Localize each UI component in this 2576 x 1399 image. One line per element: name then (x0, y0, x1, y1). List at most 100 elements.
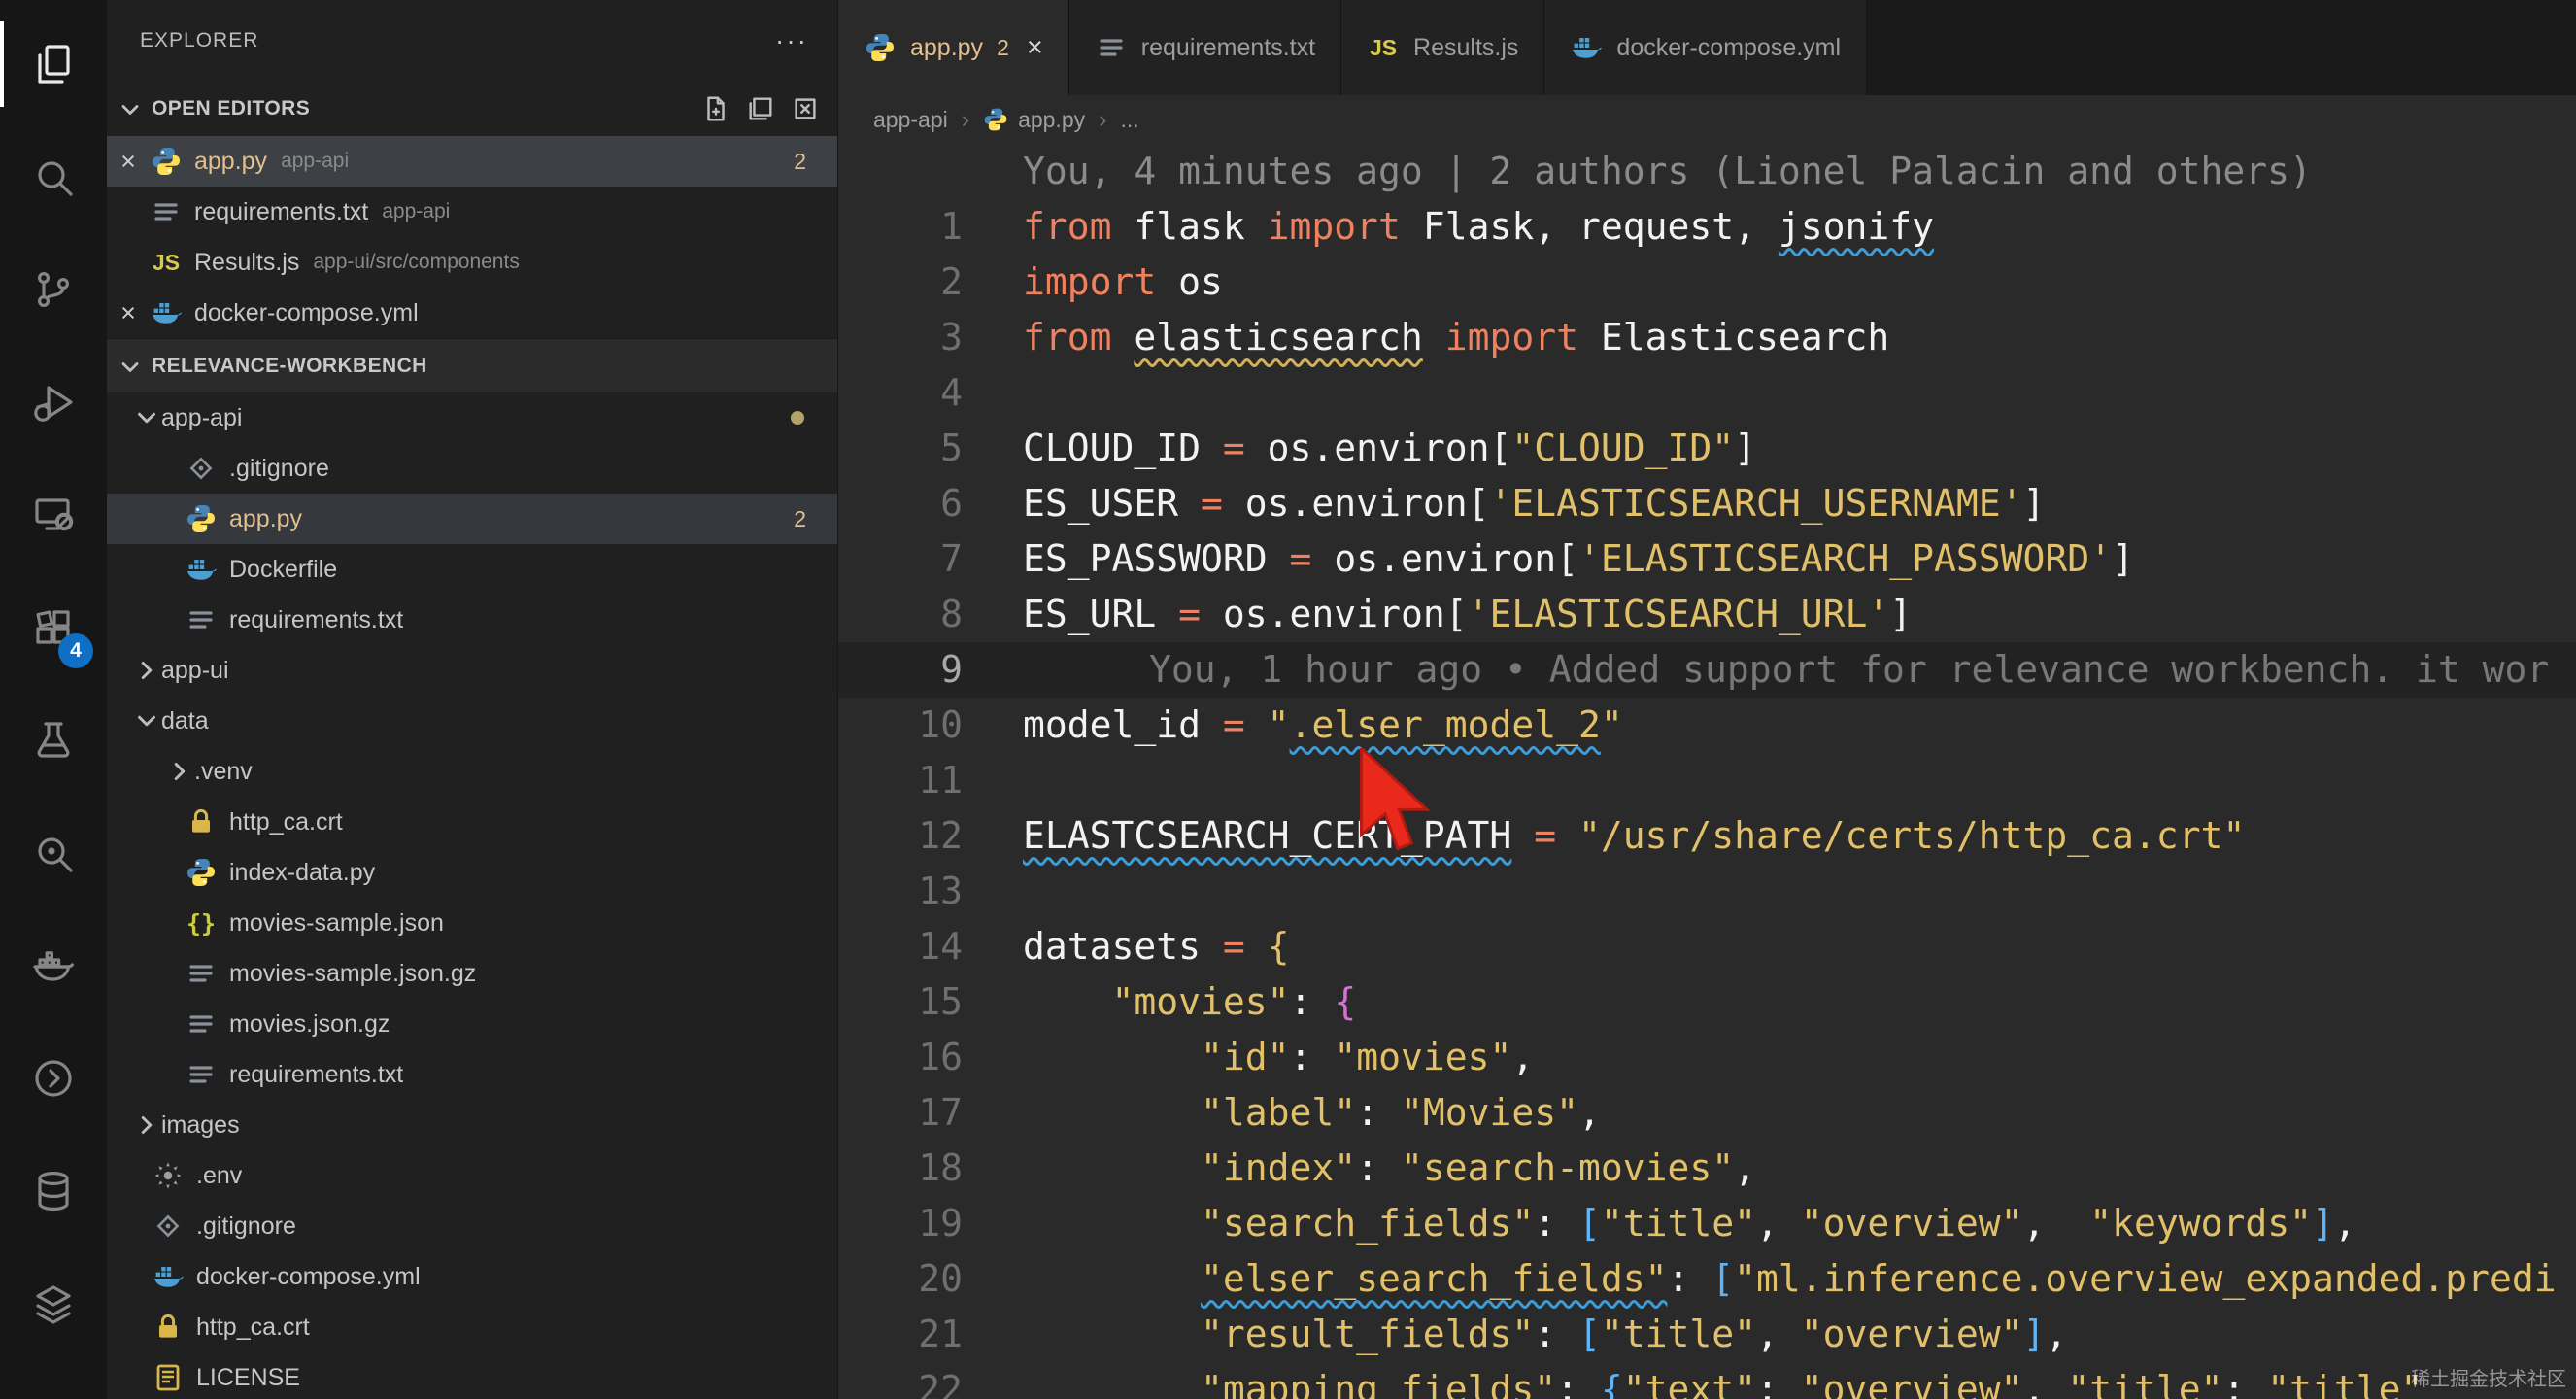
activity-source-control-icon[interactable] (0, 233, 107, 346)
tree-folder-data[interactable]: data (107, 696, 837, 746)
breadcrumb-item[interactable]: app-api (873, 107, 948, 133)
tree-file-docker-compose.yml[interactable]: docker-compose.yml (107, 1251, 837, 1302)
activity-docker-icon[interactable] (0, 909, 107, 1022)
breadcrumb[interactable]: app-api›app.py›... (838, 95, 2576, 144)
code-editor[interactable]: You, 4 minutes ago | 2 authors (Lionel P… (838, 144, 2576, 1399)
chevron-down-icon (132, 403, 161, 432)
code-line: 11 (838, 753, 2576, 808)
code-text: "movies": { (963, 974, 1356, 1030)
line-number: 16 (838, 1030, 963, 1085)
line-number: 19 (838, 1196, 963, 1251)
code-text: ES_USER = os.environ['ELASTICSEARCH_USER… (963, 476, 2045, 531)
activity-search-icon[interactable] (0, 120, 107, 233)
save-all-icon[interactable] (746, 94, 775, 123)
tree-file-http_ca.crt[interactable]: http_ca.crt (107, 797, 837, 847)
activity-testing-icon[interactable] (0, 684, 107, 797)
tree-file-Dockerfile[interactable]: Dockerfile (107, 544, 837, 595)
line-number: 1 (838, 199, 963, 255)
code-text: "mapping_fields": {"text": "overview", "… (963, 1362, 2423, 1399)
python-icon (185, 856, 218, 889)
tree-file-http_ca.crt[interactable]: http_ca.crt (107, 1302, 837, 1352)
activity-search-advanced-icon[interactable] (0, 797, 107, 909)
open-editors-header[interactable]: OPEN EDITORS (107, 82, 837, 136)
gitignore-icon (152, 1210, 185, 1243)
gear-icon (152, 1159, 185, 1192)
activity-database-icon[interactable] (0, 1135, 107, 1247)
close-tab-icon[interactable]: × (1027, 32, 1043, 64)
breadcrumb-item[interactable]: ... (1120, 107, 1138, 133)
tab-docker-compose.yml[interactable]: docker-compose.yml (1544, 0, 1867, 95)
tree-file-movies-sample.json[interactable]: {}movies-sample.json (107, 898, 837, 948)
vscode-window: 4 EXPLORER ··· OPEN EDITORS ×app.pyapp-a… (0, 0, 2576, 1399)
tab-app.py[interactable]: app.py2× (838, 0, 1069, 95)
line-number: 9 (838, 642, 963, 698)
tree-file-.env[interactable]: .env (107, 1150, 837, 1201)
code-line: 7ES_PASSWORD = os.environ['ELASTICSEARCH… (838, 531, 2576, 587)
tree-folder-app-ui[interactable]: app-ui (107, 645, 837, 696)
tab-requirements.txt[interactable]: requirements.txt (1069, 0, 1341, 95)
extensions-badge: 4 (58, 633, 93, 668)
code-text: ES_URL = os.environ['ELASTICSEARCH_URL'] (963, 587, 1912, 642)
code-line: 21 "result_fields": ["title", "overview"… (838, 1307, 2576, 1362)
open-editor-item[interactable]: ×app.pyapp-api2 (107, 136, 837, 187)
json-icon: {} (185, 906, 218, 939)
chevron-right-icon (132, 656, 161, 685)
open-editor-item[interactable]: JSResults.jsapp-ui/src/components (107, 237, 837, 288)
activity-extensions-icon[interactable]: 4 (0, 571, 107, 684)
close-editor-icon[interactable]: × (107, 298, 150, 328)
line-number: 3 (838, 310, 963, 365)
activity-remote-explorer-icon[interactable] (0, 459, 107, 571)
tree-folder-images[interactable]: images (107, 1100, 837, 1150)
open-editor-item[interactable]: ×docker-compose.yml (107, 288, 837, 338)
line-number: 20 (838, 1251, 963, 1307)
line-number: 14 (838, 919, 963, 974)
line-number: 17 (838, 1085, 963, 1141)
tree-file-movies.json.gz[interactable]: movies.json.gz (107, 999, 837, 1049)
tree-file-.gitignore[interactable]: .gitignore (107, 1201, 837, 1251)
chevron-down-icon (117, 95, 144, 122)
close-all-editors-icon[interactable] (791, 94, 820, 123)
tree-file-requirements.txt[interactable]: requirements.txt (107, 595, 837, 645)
tree-file-app.py[interactable]: app.py2 (107, 494, 837, 544)
activity-ci-circle-icon[interactable] (0, 1022, 107, 1135)
js-icon: JS (1367, 31, 1400, 64)
code-text: CLOUD_ID = os.environ["CLOUD_ID"] (963, 421, 1756, 476)
activity-explorer-icon[interactable] (0, 8, 107, 120)
chevron-right-icon (165, 757, 194, 786)
text-icon (185, 603, 218, 636)
code-line: 22 "mapping_fields": {"text": "overview"… (838, 1362, 2576, 1399)
tree-file-movies-sample.json.gz[interactable]: movies-sample.json.gz (107, 948, 837, 999)
chevron-down-icon (132, 706, 161, 735)
text-icon (185, 957, 218, 990)
text-icon (1095, 31, 1128, 64)
tree-file-index-data.py[interactable]: index-data.py (107, 847, 837, 898)
tree-file-LICENSE[interactable]: LICENSE (107, 1352, 837, 1399)
line-number: 2 (838, 255, 963, 310)
lock-icon (152, 1311, 185, 1344)
code-text: "result_fields": ["title", "overview"], (963, 1307, 2067, 1362)
code-line: 2import os (838, 255, 2576, 310)
code-line: 15 "movies": { (838, 974, 2576, 1030)
chevron-right-icon (132, 1110, 161, 1140)
activity-layers-icon[interactable] (0, 1247, 107, 1360)
python-icon (983, 107, 1008, 132)
tree-folder-app-api[interactable]: app-api (107, 392, 837, 443)
modified-count-badge: 2 (997, 35, 1009, 61)
code-text: "index": "search-movies", (963, 1141, 1756, 1196)
modified-count-badge: 2 (794, 149, 806, 175)
open-editor-item[interactable]: requirements.txtapp-api (107, 187, 837, 237)
breadcrumb-item[interactable]: app.py (983, 107, 1085, 133)
explorer-sidebar: EXPLORER ··· OPEN EDITORS ×app.pyapp-api… (107, 0, 838, 1399)
tab-Results.js[interactable]: JSResults.js (1341, 0, 1544, 95)
code-line: 6ES_USER = os.environ['ELASTICSEARCH_USE… (838, 476, 2576, 531)
tree-file-requirements.txt[interactable]: requirements.txt (107, 1049, 837, 1100)
sidebar-title: EXPLORER (140, 29, 258, 52)
code-text: from elasticsearch import Elasticsearch (963, 310, 1889, 365)
activity-run-debug-icon[interactable] (0, 346, 107, 459)
tree-folder-.venv[interactable]: .venv (107, 746, 837, 797)
workspace-header[interactable]: RELEVANCE-WORKBENCH (107, 338, 837, 392)
text-icon (185, 1007, 218, 1041)
tree-file-.gitignore[interactable]: .gitignore (107, 443, 837, 494)
new-untitled-file-icon[interactable] (701, 94, 730, 123)
close-editor-icon[interactable]: × (107, 147, 150, 177)
